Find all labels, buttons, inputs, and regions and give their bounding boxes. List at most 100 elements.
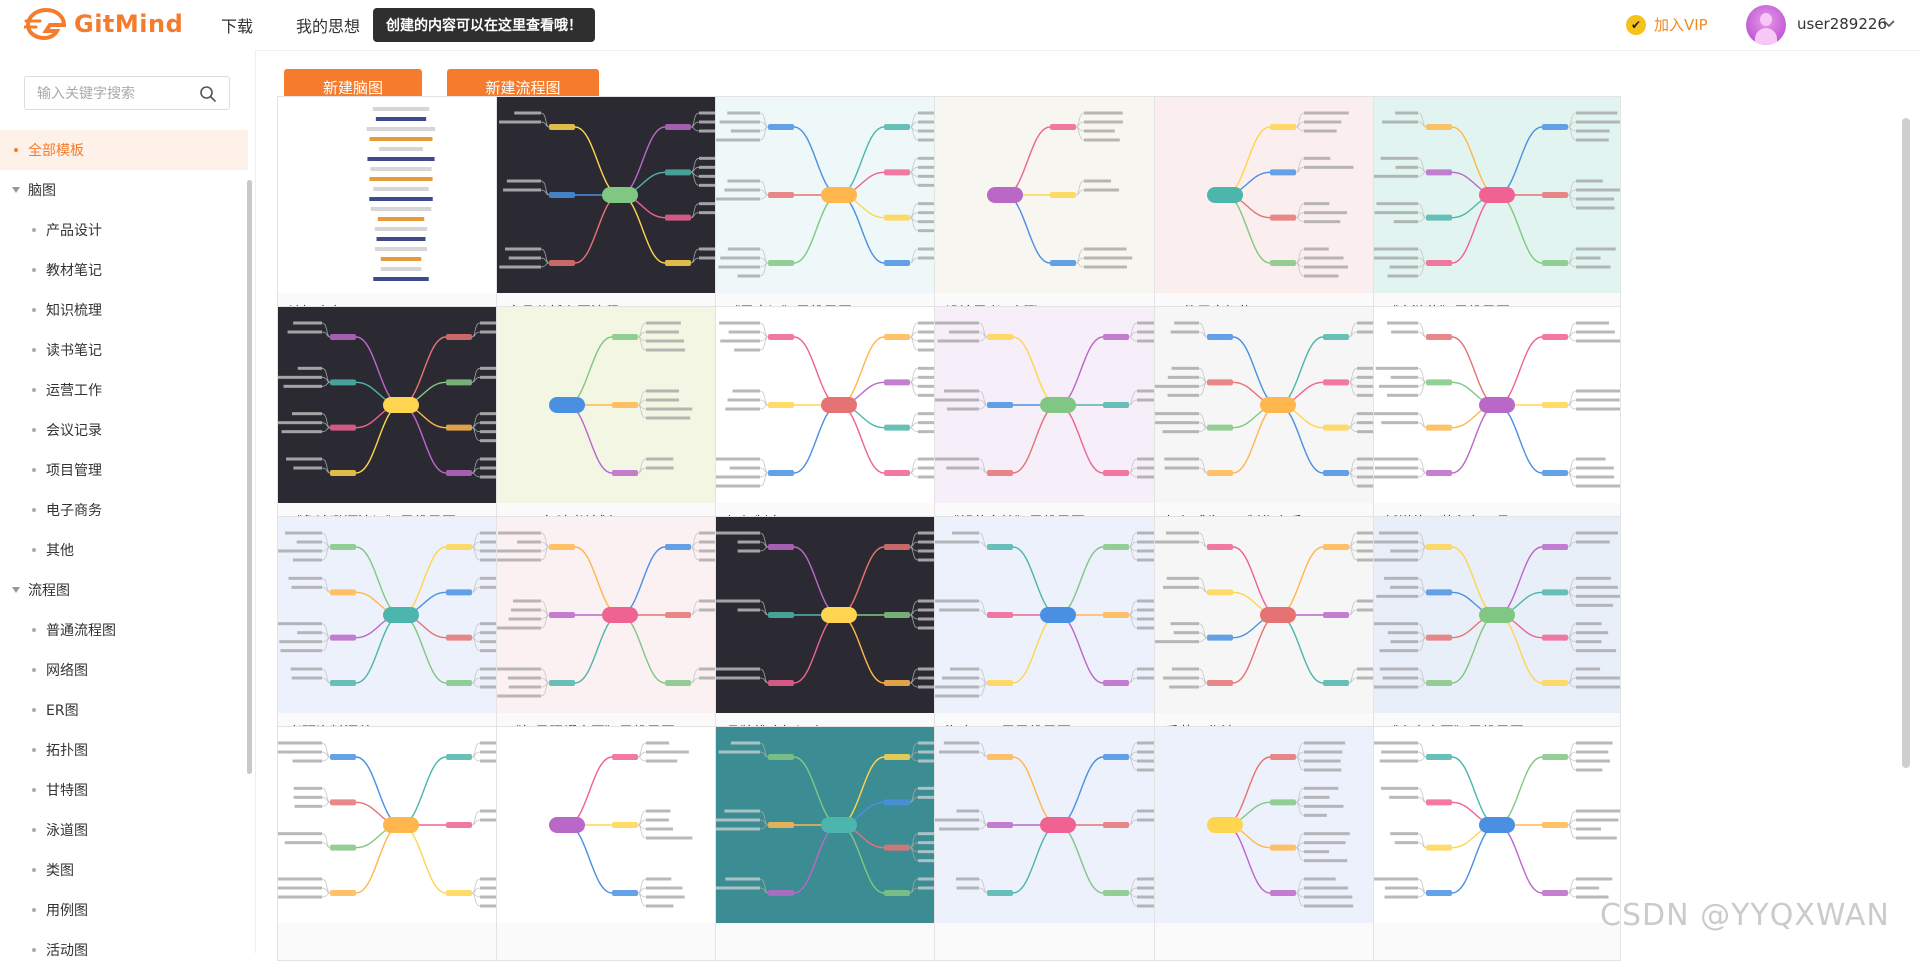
template-card[interactable] <box>1373 726 1621 961</box>
search-box <box>24 76 230 111</box>
thumbnail-graphic <box>497 727 743 923</box>
sidebar-item[interactable]: 甘特图 <box>0 770 248 810</box>
template-card[interactable]: 如何制定OKR <box>715 306 963 541</box>
username[interactable]: user289226 <box>1797 15 1887 33</box>
template-card[interactable]: 品牌推广知识点 <box>715 516 963 751</box>
sidebar-item[interactable]: 教材笔记 <box>0 250 248 290</box>
template-card[interactable]: 海底两万里思维导图 <box>934 516 1182 751</box>
template-card[interactable]: 《红星照耀中国》思维导图 <box>496 516 744 751</box>
sidebar-item[interactable]: 普通流程图 <box>0 610 248 650</box>
sidebar-scrollbar[interactable] <box>247 180 252 774</box>
template-thumbnail <box>1374 517 1620 713</box>
search-input[interactable] <box>35 77 199 111</box>
template-card[interactable] <box>277 726 525 961</box>
top-header: GitMind 下载 我的思想 创建的内容可以在这里查看哦！ ✔ 加入VIP u… <box>0 0 1920 51</box>
sidebar-item-label: ER图 <box>46 703 79 719</box>
template-card[interactable] <box>715 726 963 961</box>
template-card[interactable]: 认知竞争 <box>277 96 525 331</box>
template-card[interactable]: 15件居家好物 <box>1154 96 1402 331</box>
template-card[interactable]: 2022年读书计划 <box>496 306 744 541</box>
template-card[interactable]: 如何成为PPT制作高手 <box>1154 306 1402 541</box>
thumbnail-graphic <box>497 97 743 293</box>
template-thumbnail <box>278 727 524 923</box>
bullet-icon <box>32 868 36 872</box>
template-card[interactable]: 《鲁滨逊漂流记》思维导图 <box>277 306 525 541</box>
nav-my-ideas[interactable]: 我的思想 <box>296 0 360 50</box>
sidebar-item-label: 教材笔记 <box>46 263 102 279</box>
thumbnail-graphic <box>935 727 1181 923</box>
sidebar-item[interactable]: 用例图 <box>0 890 248 930</box>
sidebar-item-label: 会议记录 <box>46 423 102 439</box>
sidebar-item-label: 读书笔记 <box>46 343 102 359</box>
sidebar-item-label: 电子商务 <box>46 503 102 519</box>
vip-icon: ✔ <box>1626 14 1646 35</box>
template-card[interactable] <box>934 726 1182 961</box>
sidebar-item-label: 用例图 <box>46 903 88 919</box>
sidebar-item[interactable]: 知识梳理 <box>0 290 248 330</box>
sidebar-item[interactable]: 项目管理 <box>0 450 248 490</box>
nav-download[interactable]: 下载 <box>221 0 253 50</box>
sidebar-item-label: 泳道图 <box>46 823 88 839</box>
template-thumbnail <box>497 727 743 923</box>
thumbnail-graphic <box>1155 727 1401 923</box>
template-thumbnail <box>1155 727 1401 923</box>
sidebar-item[interactable]: 网络图 <box>0 650 248 690</box>
sidebar-item[interactable]: 电子商务 <box>0 490 248 530</box>
bullet-icon <box>32 788 36 792</box>
template-card[interactable]: 考研资料汇总 <box>277 516 525 751</box>
sidebar-item-label: 甘特图 <box>46 783 88 799</box>
template-thumbnail <box>716 97 962 293</box>
bullet-icon <box>32 948 36 952</box>
sidebar-item-label: 知识梳理 <box>46 303 102 319</box>
gitmind-logo[interactable]: GitMind <box>24 6 183 42</box>
sidebar-item[interactable]: 全部模板 <box>0 130 248 170</box>
search-icon[interactable] <box>199 85 217 103</box>
template-thumbnail <box>497 307 743 503</box>
template-thumbnail <box>278 307 524 503</box>
template-card[interactable]: 新媒体运营必备工具 <box>1373 306 1621 541</box>
thumbnail-graphic <box>497 307 743 503</box>
bullet-icon <box>32 668 36 672</box>
thumbnail-graphic <box>1155 517 1401 713</box>
sidebar-item[interactable]: 会议记录 <box>0 410 248 450</box>
template-thumbnail <box>935 517 1181 713</box>
sidebar: 全部模板脑图产品设计教材笔记知识梳理读书笔记运营工作会议记录项目管理电子商务其他… <box>0 50 256 959</box>
template-card[interactable]: 产品分析主要流程 <box>496 96 744 331</box>
sidebar-item-label: 拓扑图 <box>46 743 88 759</box>
sidebar-item[interactable]: 运营工作 <box>0 370 248 410</box>
sidebar-item[interactable]: 活动图 <box>0 930 248 970</box>
sidebar-item[interactable]: ER图 <box>0 690 248 730</box>
sidebar-item[interactable]: 流程图 <box>0 570 248 610</box>
sidebar-item[interactable]: 拓扑图 <box>0 730 248 770</box>
template-thumbnail <box>935 727 1181 923</box>
sidebar-item[interactable]: 读书笔记 <box>0 330 248 370</box>
template-card[interactable]: 番茄工作法 <box>1154 516 1402 751</box>
sidebar-item[interactable]: 其他 <box>0 530 248 570</box>
logo-icon <box>24 7 67 41</box>
sidebar-item[interactable]: 产品设计 <box>0 210 248 250</box>
thumbnail-graphic <box>716 97 962 293</box>
avatar[interactable] <box>1746 5 1786 45</box>
template-card[interactable] <box>496 726 744 961</box>
template-thumbnail <box>1155 307 1401 503</box>
join-vip-button[interactable]: ✔ 加入VIP <box>1626 14 1708 35</box>
sidebar-item[interactable]: 泳道图 <box>0 810 248 850</box>
bullet-icon <box>32 428 36 432</box>
sidebar-item[interactable]: 脑图 <box>0 170 248 210</box>
sidebar-item[interactable]: 类图 <box>0 850 248 890</box>
chevron-down-icon[interactable] <box>1880 15 1898 33</box>
tooltip: 创建的内容可以在这里查看哦！ <box>373 8 595 42</box>
template-card[interactable]: 《乡土中国》思维导图 <box>1373 516 1621 751</box>
template-card[interactable] <box>1154 726 1402 961</box>
template-card[interactable]: 设计思考5步骤 <box>934 96 1182 331</box>
bullet-icon <box>32 508 36 512</box>
template-thumbnail <box>1155 517 1401 713</box>
template-card[interactable]: 《昆虫记》思维导图 <box>715 96 963 331</box>
sidebar-item-label: 其他 <box>46 543 74 559</box>
template-card[interactable]: 《朝花夕拾》思维导图 <box>934 306 1182 541</box>
thumbnail-graphic <box>278 727 524 923</box>
main-scrollbar[interactable] <box>1902 118 1910 768</box>
template-card[interactable]: 《水浒传》思维导图 <box>1373 96 1621 331</box>
thumbnail-graphic <box>278 307 524 503</box>
sidebar-item-label: 产品设计 <box>46 223 102 239</box>
